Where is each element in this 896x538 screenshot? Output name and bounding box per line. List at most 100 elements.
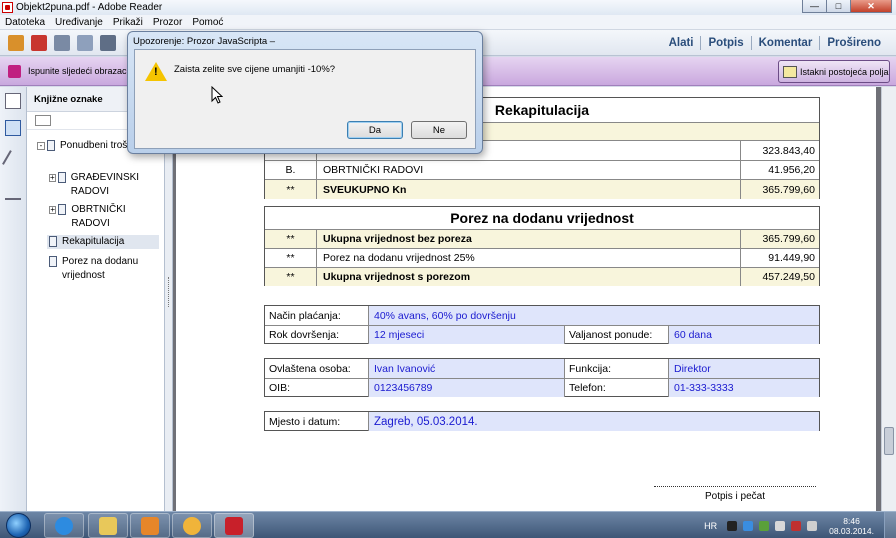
bookmark-icon	[57, 172, 66, 183]
menu-uredivanje[interactable]: Uređivanje	[50, 17, 108, 28]
page-thumbnails-icon[interactable]	[5, 93, 21, 109]
extended-pane-button[interactable]: Prošireno	[820, 37, 888, 49]
no-button[interactable]: Ne	[411, 121, 467, 139]
clock[interactable]: 8:46 08.03.2014.	[829, 516, 874, 536]
vat-label: Ukupna vrijednost s porezom	[317, 268, 741, 286]
person-row-1: Ovlaštena osoba: Ivan Ivanović Funkcija:…	[265, 359, 819, 378]
bookmark-label: OBRTNIČKI RADOVI	[71, 204, 126, 229]
menu-prikazi[interactable]: Prikaži	[108, 17, 148, 28]
show-desktop-button[interactable]	[884, 512, 896, 538]
window-controls: — □ ✕	[802, 0, 892, 13]
pdf-app-icon	[2, 2, 13, 13]
save-icon[interactable]	[77, 35, 93, 51]
title-bar: Objekt2puna.pdf - Adobe Reader — □ ✕	[0, 0, 896, 15]
vat-label: Porez na dodanu vrijednost 25%	[317, 249, 741, 267]
folder-icon	[99, 516, 117, 535]
vertical-scrollbar[interactable]	[881, 87, 896, 511]
mjesto-datum-field[interactable]: Zagreb, 05.03.2014.	[369, 412, 819, 431]
taskbar-adobe-reader[interactable]	[214, 513, 254, 538]
recap-value: 41.956,20	[768, 164, 815, 176]
scrollbar-thumb[interactable]	[884, 427, 894, 455]
attachments-icon[interactable]	[2, 150, 24, 172]
expand-icon[interactable]: +	[49, 206, 57, 214]
dialog-title: Upozorenje: Prozor JavaScripta –	[133, 36, 276, 47]
open-file-icon[interactable]	[31, 35, 47, 51]
taskbar-media[interactable]	[130, 513, 170, 538]
telefon-label: Telefon:	[565, 379, 669, 397]
recap-code: **	[265, 180, 317, 199]
funkcija-field[interactable]: Direktor	[669, 359, 819, 378]
sign-pane-button[interactable]: Potpis	[701, 37, 750, 49]
vat-table: Porez na dodanu vrijednost ** Ukupna vri…	[264, 206, 820, 286]
payment-row-2: Rok dovršenja: 12 mjeseci Valjanost ponu…	[265, 325, 819, 344]
internet-explorer-icon	[55, 516, 73, 535]
volume-icon[interactable]	[807, 520, 818, 531]
recap-value-a: 323.843,40	[762, 144, 815, 157]
close-button[interactable]: ✕	[850, 0, 892, 13]
print-icon[interactable]	[100, 35, 116, 51]
form-message: Ispunite sljedeći obrazac. P	[28, 66, 138, 76]
tray-update-icon[interactable]	[743, 520, 754, 531]
vat-code: **	[265, 249, 317, 267]
menu-datoteka[interactable]: Datoteka	[0, 17, 50, 28]
menu-prozor[interactable]: Prozor	[148, 17, 187, 28]
comment-pane-button[interactable]: Komentar	[752, 37, 820, 49]
authorized-person-box: Ovlaštena osoba: Ivan Ivanović Funkcija:…	[264, 358, 820, 397]
nacin-label: Način plaćanja:	[265, 306, 369, 325]
clock-time: 8:46	[843, 515, 860, 526]
window-title: Objekt2puna.pdf - Adobe Reader	[16, 2, 163, 13]
tray-app-icon[interactable]	[727, 520, 738, 531]
navigation-rail	[0, 87, 27, 511]
nacin-placanja-field[interactable]: 40% avans, 60% po dovršenju	[369, 306, 819, 325]
taskbar-explorer[interactable]	[88, 513, 128, 538]
rok-label: Rok dovršenja:	[265, 326, 369, 344]
sun-icon	[183, 516, 201, 535]
minimize-button[interactable]: —	[802, 0, 826, 13]
bookmark-label: GRAĐEVINSKI RADOVI	[70, 172, 140, 197]
tray-network-icon[interactable]	[791, 520, 802, 531]
bookmark-porez[interactable]: Porez na dodanu vrijednost	[49, 255, 157, 283]
vat-row: ** Porez na dodanu vrijednost 25% 91.449…	[265, 248, 819, 267]
create-pdf-icon[interactable]	[8, 35, 24, 51]
oib-label: OIB:	[265, 379, 369, 397]
bookmark-icon	[49, 236, 57, 247]
start-button[interactable]	[6, 513, 31, 538]
bookmarks-options-button[interactable]	[35, 115, 51, 126]
valjanost-ponude-field[interactable]: 60 dana	[669, 326, 819, 344]
bookmark-rekapitulacija[interactable]: Rekapitulacija	[47, 235, 159, 249]
vat-row: ** Ukupna vrijednost s porezom 457.249,5…	[265, 267, 819, 286]
taskbar-weather[interactable]	[172, 513, 212, 538]
oib-field[interactable]: 0123456789	[369, 379, 565, 397]
menu-pomoc[interactable]: Pomoć	[187, 17, 228, 28]
rok-dovrsenja-field[interactable]: 12 mjeseci	[369, 326, 565, 344]
highlight-fields-label: Istakni postojeća polja	[800, 66, 889, 77]
person-row-2: OIB: 0123456789 Telefon: 01-333-3333	[265, 378, 819, 397]
ovlastena-osoba-field[interactable]: Ivan Ivanović	[369, 359, 565, 378]
tray-security-icon[interactable]	[759, 520, 770, 531]
vat-value: 365.799,60	[762, 233, 815, 245]
place-row: Mjesto i datum: Zagreb, 05.03.2014.	[265, 412, 819, 431]
signatures-icon[interactable]	[5, 184, 21, 200]
bookmarks-icon[interactable]	[5, 120, 21, 136]
place-date-box: Mjesto i datum: Zagreb, 05.03.2014.	[264, 411, 820, 431]
edit-icon[interactable]	[54, 35, 70, 51]
tools-pane-button[interactable]: Alati	[662, 37, 701, 49]
yes-button[interactable]: Da	[347, 121, 403, 139]
tray-flag-icon[interactable]	[775, 520, 786, 531]
highlight-fields-button[interactable]: Istakni postojeća polja	[778, 60, 890, 83]
vat-value: 457.249,50	[762, 271, 815, 283]
maximize-button[interactable]: □	[826, 0, 850, 13]
place-label: Mjesto i datum:	[265, 412, 369, 431]
bookmark-gradevinski-radovi[interactable]: + GRAĐEVINSKI RADOVI	[49, 171, 157, 199]
bookmark-obrtnicki-radovi[interactable]: + OBRTNIČKI RADOVI	[49, 203, 157, 231]
recap-code: B.	[265, 161, 317, 179]
menu-bar: Datoteka Uređivanje Prikaži Prozor Pomoć	[0, 15, 896, 30]
telefon-field[interactable]: 01-333-3333	[669, 379, 819, 397]
recap-label: OBRTNIČKI RADOVI	[317, 161, 741, 179]
expand-icon[interactable]: +	[49, 174, 56, 182]
recap-row-b: B. OBRTNIČKI RADOVI 41.956,20	[265, 160, 819, 179]
bookmark-icon	[49, 256, 57, 267]
language-indicator[interactable]: HR	[704, 521, 717, 531]
collapse-icon[interactable]: -	[37, 142, 45, 150]
taskbar-ie[interactable]	[44, 513, 84, 538]
